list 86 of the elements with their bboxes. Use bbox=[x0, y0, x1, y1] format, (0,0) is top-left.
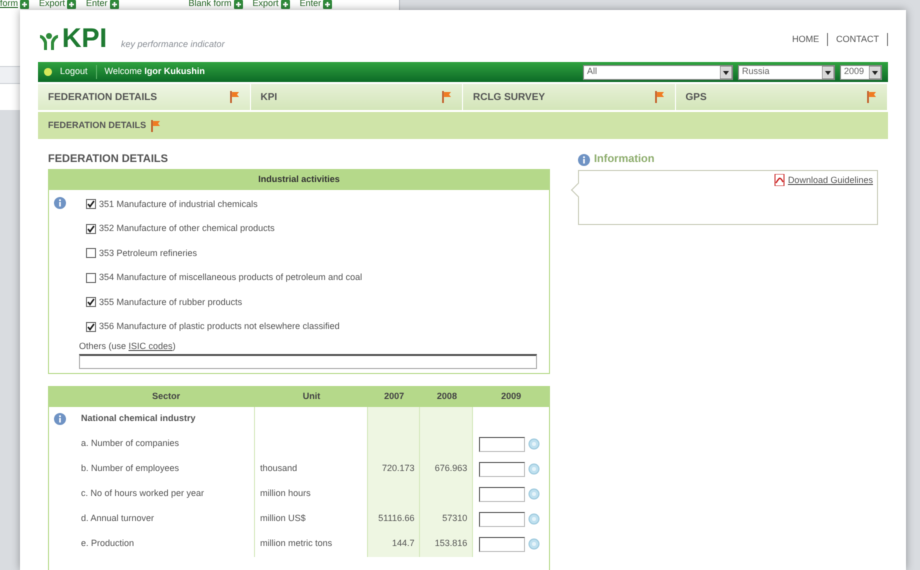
column-header: 2007 bbox=[383, 390, 406, 403]
pdf-icon bbox=[774, 174, 786, 186]
gear-icon bbox=[528, 538, 540, 550]
check-icon bbox=[87, 322, 95, 331]
table-cell: 57310 bbox=[420, 506, 474, 532]
logo: KPI bbox=[62, 25, 108, 52]
information-title: Information bbox=[594, 152, 654, 168]
sector-cell-text: a. Number of companies bbox=[80, 437, 180, 450]
table-cell bbox=[420, 406, 474, 432]
column-header: 2009 bbox=[500, 390, 522, 403]
sector-cell-text: b. Number of employees bbox=[80, 462, 180, 476]
tagline: key performance indicator bbox=[121, 38, 225, 51]
gear-icon bbox=[528, 513, 540, 525]
caret-icon bbox=[869, 66, 881, 78]
flag-icon bbox=[151, 120, 162, 132]
checkbox-label: 355 Manufacture of rubber products bbox=[99, 296, 242, 309]
check-icon bbox=[87, 298, 95, 306]
others-input-field[interactable] bbox=[79, 354, 537, 368]
table-cell: 51116.66 bbox=[368, 506, 420, 532]
checkbox[interactable] bbox=[86, 297, 96, 308]
check-icon bbox=[87, 200, 95, 208]
status-dot-icon bbox=[44, 68, 52, 76]
info-icon bbox=[54, 413, 66, 425]
tab[interactable]: RCLG SURVEY bbox=[463, 84, 676, 110]
tab[interactable]: GPS bbox=[676, 84, 888, 110]
gear-icon bbox=[528, 438, 540, 450]
value-input-field[interactable] bbox=[479, 486, 526, 502]
flag-icon bbox=[867, 91, 877, 103]
sector-cell-text: e. Production bbox=[80, 537, 134, 550]
info-icon bbox=[578, 154, 590, 166]
column-header: Unit bbox=[302, 390, 322, 403]
checkbox-label: 354 Manufacture of miscellaneous products of petroleum and coal bbox=[99, 271, 362, 284]
value-input-field[interactable] bbox=[479, 512, 526, 526]
checkbox-label: 356 Manufacture of plastic products not elsewhere classified bbox=[99, 320, 340, 333]
table-cell: 720.173 bbox=[368, 456, 420, 482]
table-cell: 676.963 bbox=[420, 456, 474, 482]
sector-cell-text: d. Annual turnover bbox=[80, 512, 154, 526]
column-header: 2008 bbox=[436, 390, 458, 403]
value-input-field[interactable] bbox=[479, 536, 526, 552]
download-link[interactable]: Download Guidelines bbox=[788, 174, 873, 188]
checkbox-label: 351 Manufacture of industrial chemicals bbox=[99, 198, 258, 210]
checkbox[interactable] bbox=[86, 272, 96, 283]
sector-cell-text: c. No of hours worked per year bbox=[80, 487, 204, 500]
panel-header: Industrial activities bbox=[49, 170, 549, 190]
toolbar-link[interactable]: Export bbox=[39, 0, 66, 11]
toolbar-link[interactable]: form bbox=[0, 0, 18, 11]
table-cell: 144.7 bbox=[368, 532, 420, 556]
gear-icon bbox=[528, 463, 540, 475]
toolbar-link[interactable]: Enter bbox=[300, 0, 322, 11]
caret-icon bbox=[720, 66, 732, 78]
table-cell: 153.816 bbox=[420, 532, 474, 556]
tab[interactable]: FEDERATION DETAILS bbox=[38, 84, 250, 110]
flag-icon bbox=[442, 91, 452, 103]
toolbar-link[interactable]: Enter bbox=[86, 0, 108, 11]
toolbar-link[interactable]: Blank form bbox=[188, 0, 232, 11]
toolbar-link[interactable]: Export bbox=[252, 0, 279, 11]
flag-icon bbox=[654, 91, 664, 103]
checkbox-label: 353 Petroleum refineries bbox=[99, 246, 198, 260]
group-label: National chemical industry bbox=[81, 412, 196, 426]
check-icon bbox=[87, 224, 95, 233]
info-icon bbox=[54, 197, 66, 209]
logo-icon bbox=[38, 32, 60, 52]
caret-icon bbox=[822, 66, 834, 78]
gear-icon bbox=[528, 488, 540, 500]
checkbox-label: 352 Manufacture of other chemical products bbox=[99, 222, 275, 235]
isic-link[interactable]: ISIC codes bbox=[128, 341, 173, 351]
value-input-field[interactable] bbox=[479, 462, 526, 476]
others-label: Others (use ISIC codes) bbox=[79, 340, 177, 353]
filter-dropdown[interactable]: 2009 bbox=[840, 64, 882, 80]
breadcrumb: FEDERATION DETAILS bbox=[48, 118, 146, 132]
nav-link[interactable]: CONTACT bbox=[828, 32, 888, 46]
value-input-field[interactable] bbox=[479, 436, 526, 452]
flag-icon bbox=[230, 91, 240, 103]
checkbox[interactable] bbox=[86, 248, 96, 258]
tab[interactable]: KPI bbox=[250, 84, 463, 110]
section-title: FEDERATION DETAILS bbox=[48, 152, 169, 167]
checkbox[interactable] bbox=[86, 224, 96, 234]
filter-dropdown[interactable]: All bbox=[583, 64, 733, 80]
table-cell bbox=[368, 406, 420, 432]
checkbox[interactable] bbox=[86, 322, 96, 332]
welcome-text: Welcome Igor Kukushin bbox=[104, 65, 205, 78]
column-header: Sector bbox=[151, 390, 182, 403]
checkbox[interactable] bbox=[86, 199, 96, 210]
nav-link[interactable]: HOME bbox=[784, 32, 828, 46]
filter-dropdown[interactable]: Russia bbox=[738, 64, 835, 80]
logout-link[interactable]: Logout bbox=[60, 65, 97, 79]
